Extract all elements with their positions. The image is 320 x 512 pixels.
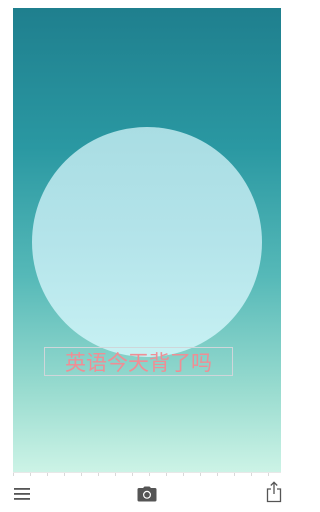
- menu-button[interactable]: [12, 484, 32, 504]
- bottom-toolbar: [0, 476, 294, 512]
- caption-text-box[interactable]: 英语今天背了吗: [44, 347, 233, 376]
- camera-icon: [137, 486, 157, 502]
- share-button[interactable]: [264, 481, 284, 503]
- screen: 英语今天背了吗: [0, 0, 294, 512]
- caption-text: 英语今天背了吗: [65, 350, 212, 375]
- image-canvas[interactable]: 英语今天背了吗: [13, 8, 281, 472]
- share-icon: [266, 481, 282, 503]
- circle-shape: [32, 127, 262, 357]
- hamburger-menu-icon: [14, 487, 30, 501]
- camera-button[interactable]: [137, 484, 157, 504]
